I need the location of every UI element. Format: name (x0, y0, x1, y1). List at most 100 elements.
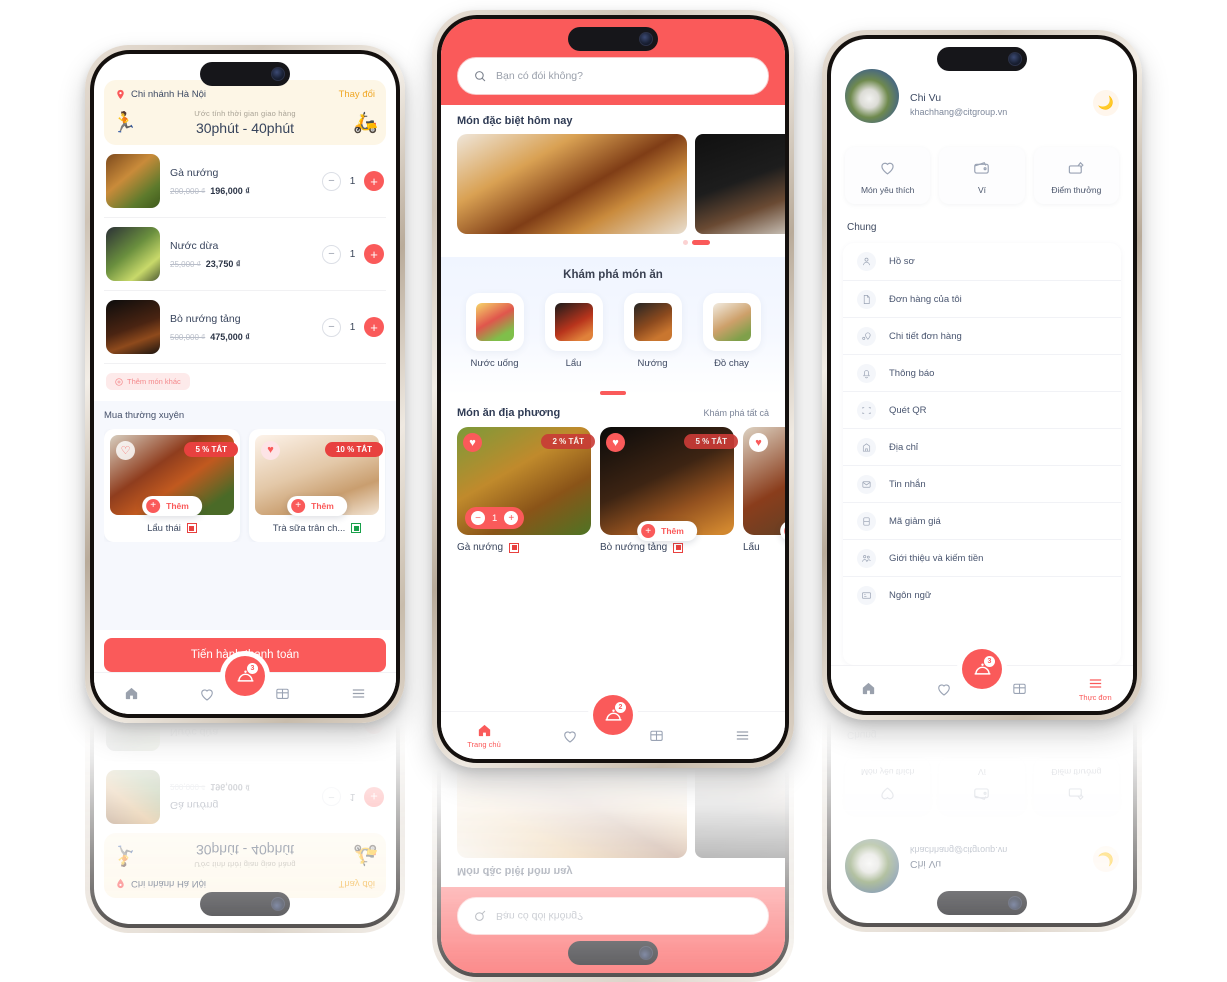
menu-item-notifications[interactable]: Thông báo (843, 354, 1121, 391)
category-hotpot[interactable]: Lẩu (544, 293, 603, 369)
avatar[interactable] (845, 69, 899, 123)
heart-icon-reflection (881, 787, 894, 800)
favorite-icon[interactable]: ♥ (606, 433, 625, 452)
decrease-quantity-button[interactable]: − (322, 171, 341, 191)
menu-item-my-orders[interactable]: Đơn hàng của tôi (843, 280, 1121, 317)
menu-item-coupons[interactable]: Mã giảm giá (843, 502, 1121, 539)
quantity-stepper[interactable]: − 1 + (322, 171, 384, 191)
category-drinks[interactable]: Nước uống (465, 293, 524, 369)
table-row[interactable]: Bò nướng tảng 500,000 ₫ 475,000 ₫ − 1 + (104, 291, 386, 364)
menu-item-scan-qr[interactable]: Quét QR (843, 391, 1121, 428)
nav-favorites[interactable] (185, 685, 229, 703)
quantity-stepper[interactable]: − 1 + (322, 244, 384, 264)
category-image (554, 303, 593, 341)
add-to-cart-button[interactable]: + Thêm (637, 521, 697, 541)
nav-menu[interactable] (720, 727, 764, 744)
menu-item-messages[interactable]: Tin nhắn (843, 465, 1121, 502)
nav-home[interactable] (847, 680, 891, 697)
quick-action-favorites[interactable]: Món yêu thích (845, 147, 931, 204)
list-item[interactable]: ♥ 10 % TẮT + Thêm Trà sữa trân ch... (249, 428, 385, 542)
decrease-quantity-button[interactable]: − (471, 511, 485, 525)
quantity-stepper[interactable]: − 1 + (465, 507, 525, 529)
promo-banner-secondary[interactable] (695, 134, 785, 234)
favorite-icon[interactable]: ♥ (463, 433, 482, 452)
nav-cart-fab[interactable]: 3 (225, 656, 265, 696)
local-see-all-link[interactable]: Khám phá tất cả (703, 408, 769, 418)
menu-item-referral[interactable]: Giới thiệu và kiếm tiền (843, 539, 1121, 576)
category-vegetarian[interactable]: Đồ chay (702, 293, 761, 369)
quick-action-rewards[interactable]: Điểm thưởng (1033, 147, 1119, 204)
promo-banner-carousel[interactable] (441, 134, 785, 234)
explore-section: Khám phá món ăn Nước uống Lẩu Nướng Đồ c… (441, 257, 785, 395)
list-item[interactable]: ♥ + Thêm Lẩu (743, 427, 785, 553)
category-label: Nướng (637, 358, 668, 369)
list-item[interactable]: ♥ 5 % TẮT + Thêm Bò nướng tảng (600, 427, 738, 553)
nav-home[interactable]: Trang chủ (462, 722, 506, 749)
decrease-quantity-button[interactable]: − (322, 244, 341, 264)
category-tile (544, 293, 603, 351)
favorite-icon[interactable]: ♡ (116, 440, 135, 460)
add-to-cart-button[interactable]: + Thêm (780, 521, 785, 541)
nav-cart-fab[interactable]: 3 (962, 649, 1002, 689)
table-row[interactable]: Nước dừa 25,000 ₫ 23,750 ₫ − 1 + (104, 218, 386, 291)
category-grill[interactable]: Nướng (623, 293, 682, 369)
list-item[interactable]: ♥ 2 % TẮT − 1 + Gà nướng (457, 427, 595, 553)
menu-item-order-details[interactable]: Chi tiết đơn hàng (843, 317, 1121, 354)
list-item[interactable]: ♡ 5 % TẮT + Thêm Lẩu thái (104, 428, 240, 542)
nav-favorites[interactable] (922, 680, 966, 698)
menu-item-profile[interactable]: Hồ sơ (843, 243, 1121, 280)
add-more-items-button[interactable]: Thêm món khác (106, 373, 190, 390)
explore-title: Khám phá món ăn (563, 269, 663, 281)
scooter-icon: 🛵 (353, 111, 378, 134)
nav-menu[interactable] (336, 685, 380, 702)
menu-item-language[interactable]: Ngôn ngữ (843, 576, 1121, 613)
increase-quantity-button[interactable]: + (364, 171, 384, 191)
nav-favorites[interactable] (548, 727, 592, 745)
nav-wallet[interactable] (261, 685, 305, 702)
frequently-bought-row[interactable]: ♡ 5 % TẮT + Thêm Lẩu thái ♥ 10 % TẮT + T… (104, 428, 386, 542)
category-row: Nước uống Lẩu Nướng Đồ chay (441, 293, 785, 369)
promo-banner-primary[interactable] (457, 134, 687, 234)
product-name-row: Lẩu (743, 542, 785, 553)
nav-wallet[interactable] (634, 727, 678, 744)
favorite-icon[interactable]: ♥ (261, 440, 280, 460)
branch-card: Chi nhánh Hà Nội Thay đổi 🏃 Ước tính thờ… (104, 80, 386, 145)
nav-menu[interactable]: Thực đơn (1073, 675, 1117, 702)
category-tile (623, 293, 682, 351)
item-price-reflection: 196,000 ₫ (210, 782, 250, 793)
nav-cart-fab[interactable]: 2 (593, 695, 633, 735)
item-thumbnail (106, 300, 160, 354)
local-card-row[interactable]: ♥ 2 % TẮT − 1 + Gà nướng ♥ 5 % TẮT + Thê… (441, 427, 785, 553)
favorite-icon[interactable]: ♥ (749, 433, 768, 452)
quick-action-rewards-reflection: Điểm thưởng (1033, 758, 1119, 815)
item-old-price: 25,000 ₫ (170, 259, 201, 269)
menu-item-label: Ngôn ngữ (889, 589, 932, 601)
increase-quantity-button[interactable]: + (504, 511, 519, 525)
quick-action-label: Món yêu thích (860, 185, 915, 195)
menu-item-address[interactable]: Địa chỉ (843, 428, 1121, 465)
nav-wallet[interactable] (998, 680, 1042, 697)
carousel-dot[interactable] (683, 240, 688, 245)
category-tile (702, 293, 761, 351)
decrease-quantity-button[interactable]: − (322, 317, 341, 337)
home-screen: Bạn có đói không? Món đặc biệt hôm nay K… (441, 19, 785, 759)
promo-banner-secondary-reflection (695, 758, 785, 858)
branch-change-button[interactable]: Thay đổi (339, 89, 375, 100)
carousel-dot-active[interactable] (692, 240, 710, 245)
add-to-cart-button[interactable]: + Thêm (142, 495, 202, 516)
wallet-icon (649, 730, 663, 741)
increase-quantity-button[interactable]: + (364, 317, 384, 337)
quantity-stepper[interactable]: − 1 + (322, 317, 384, 337)
nav-home[interactable] (110, 685, 154, 702)
carousel-dots[interactable] (441, 234, 785, 245)
menu-item-label: Hồ sơ (889, 256, 915, 267)
search-bar[interactable]: Bạn có đói không? (457, 57, 769, 95)
branch-row-reflection: Chi nhánh Hà Nội Thay đổi (104, 871, 386, 898)
table-row[interactable]: Gà nướng 200,000 ₫ 196,000 ₫ − 1 + (104, 145, 386, 218)
increase-quantity-button[interactable]: + (364, 244, 384, 264)
add-to-cart-button[interactable]: + Thêm (287, 495, 347, 516)
dark-mode-icon[interactable]: 🌙 (1093, 90, 1119, 116)
search-input[interactable]: Bạn có đói không? (496, 70, 583, 82)
quick-actions-row: Món yêu thích Ví Điểm thưởng (831, 123, 1133, 204)
quick-action-wallet[interactable]: Ví (939, 147, 1025, 204)
